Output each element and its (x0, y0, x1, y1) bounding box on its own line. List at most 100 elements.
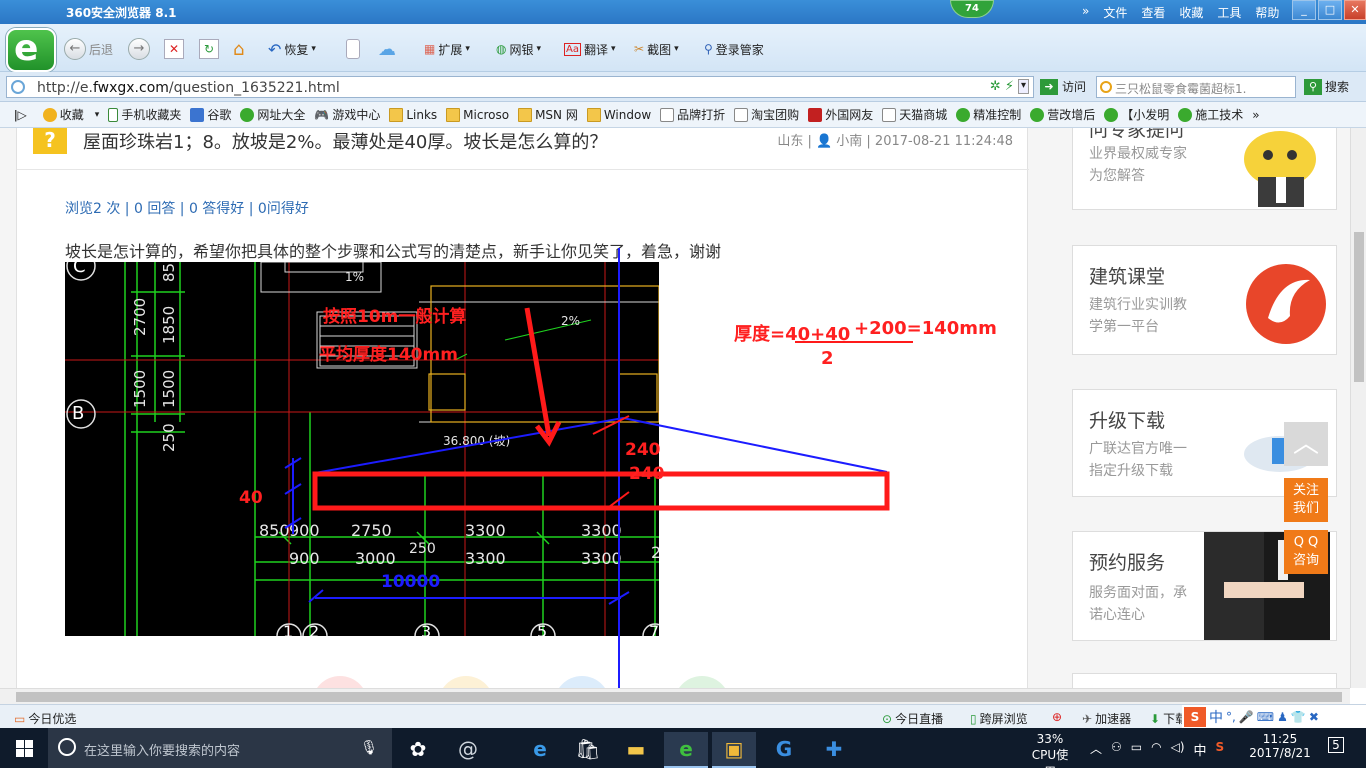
menu-item-more[interactable]: » (1082, 4, 1089, 21)
sidebar-card-expert[interactable]: 问专家提问 业界最权威专家 为您解答 (1072, 128, 1337, 210)
horizontal-scrollbar[interactable] (0, 688, 1350, 704)
menu-item-help[interactable]: 帮助 (1255, 4, 1279, 21)
url-text[interactable]: http://e.fwxgx.com/question_1635221.html (37, 80, 340, 96)
slope-label: 2% (561, 314, 581, 328)
address-bar[interactable]: http://e.fwxgx.com/question_1635221.html… (6, 76, 1034, 98)
question-stats[interactable]: 浏览2 次 | 0 回答 | 0 答得好 | 0问得好 (65, 198, 309, 218)
shield-icon: ◍ (496, 42, 507, 56)
forward-button[interactable]: → (128, 38, 150, 60)
follow-us-button[interactable]: 关注 我们 (1284, 478, 1328, 522)
battery-icon[interactable]: ▭ (1131, 740, 1142, 759)
cloud-button[interactable]: ☁ (378, 38, 396, 60)
fav-item-microsoft[interactable]: Microso (446, 107, 509, 122)
today-live[interactable]: ⊙ 今日直播 (882, 710, 943, 727)
stop-button[interactable]: ✕ (164, 38, 184, 60)
edge-app[interactable]: e (518, 732, 562, 768)
cross-screen[interactable]: ▯ 跨屏浏览 (970, 710, 1028, 727)
swirl-icon: @ (458, 737, 478, 761)
phone-button[interactable] (346, 38, 360, 60)
axis-num: 1 (283, 622, 294, 636)
notes-app[interactable]: ▣ (712, 732, 756, 768)
volume-icon[interactable]: ◁) (1171, 740, 1185, 759)
chevron-up-icon[interactable]: ︿ (1090, 740, 1102, 759)
mic-icon[interactable]: 🎙 (360, 740, 378, 756)
maximize-button[interactable]: □ (1318, 0, 1342, 20)
fav-item-invention[interactable]: 【小发明 (1104, 106, 1169, 123)
start-button[interactable] (0, 728, 48, 768)
fav-item-vat[interactable]: 营改增后 (1030, 106, 1095, 123)
back-button[interactable]: ← 后退 (64, 38, 113, 60)
address-tools: ✲ ⚡ ▾ (990, 79, 1029, 94)
scroll-thumb[interactable] (16, 692, 1342, 702)
sogou-tray-icon[interactable]: S (1216, 740, 1225, 759)
back-to-top-button[interactable]: ︿ (1284, 422, 1328, 466)
close-button[interactable]: ✕ (1344, 0, 1366, 20)
translate-button[interactable]: Aa 翻译 ▾ (564, 38, 616, 60)
taskview-app[interactable]: ✿ (396, 732, 440, 768)
menu-item-tools[interactable]: 工具 (1217, 4, 1241, 21)
sidebar-card-classroom[interactable]: 建筑课堂 建筑行业实训教 学第一平台 (1072, 245, 1337, 355)
fav-item-mobile[interactable]: 手机收藏夹 (108, 106, 181, 123)
glodon-app[interactable]: G (762, 732, 806, 768)
today-picks[interactable]: ▭ 今日优选 (14, 710, 76, 727)
360-browser-app[interactable]: e (664, 732, 708, 768)
favorites-toggle[interactable]: ǀ▷ (14, 108, 27, 122)
fav-item-sites[interactable]: 网址大全 (240, 106, 305, 123)
fav-item-games[interactable]: 🎮 游戏中心 (314, 106, 380, 123)
chevron-down-icon: ▾ (674, 44, 679, 54)
cpu-meter[interactable]: 33% CPU使用 (1028, 732, 1072, 768)
dim-label: 2700 (131, 297, 149, 336)
ime-toolbar[interactable]: S 中 °, 🎤 ⌨ ♟ 👕 ✖ (1182, 705, 1366, 729)
vertical-scrollbar[interactable] (1350, 128, 1366, 688)
screenshot-button[interactable]: ✂ 截图 ▾ (634, 38, 679, 60)
search-button[interactable]: ⚲ 搜索 (1304, 78, 1349, 95)
clock[interactable]: 11:25 2017/8/21 (1244, 732, 1316, 760)
phone-icon (346, 39, 360, 59)
scroll-thumb[interactable] (1354, 232, 1364, 382)
netbank-button[interactable]: ◍ 网银 ▾ (496, 38, 541, 60)
favorites-overflow[interactable]: » (1252, 108, 1259, 122)
fav-item-links[interactable]: Links (389, 107, 437, 122)
extend-button[interactable]: ▦ 扩展 ▾ (424, 38, 470, 60)
fav-item-windows[interactable]: Window (586, 107, 651, 122)
taskbar-search[interactable]: 在这里输入你要搜索的内容 🎙 (48, 728, 392, 768)
swirl-app[interactable]: @ (446, 732, 490, 768)
cloud-icon: ☁ (378, 38, 396, 60)
fav-item-tmall[interactable]: 天猫商城 (882, 106, 947, 123)
store-app[interactable]: 🛍 (566, 732, 610, 768)
visit-button[interactable]: ➜ 访问 (1040, 78, 1086, 95)
fav-item-construction[interactable]: 施工技术 (1178, 106, 1243, 123)
login-manager-button[interactable]: ⚲ 登录管家 (704, 38, 764, 60)
compat-icon[interactable]: ✲ (990, 79, 1001, 94)
people-icon[interactable]: ⚇ (1111, 740, 1122, 759)
menu-item-file[interactable]: 文件 (1103, 4, 1127, 21)
refresh-button[interactable]: ↻ (199, 38, 219, 60)
menu-item-favorites[interactable]: 收藏 (1179, 4, 1203, 21)
fav-item-taobao[interactable]: 淘宝团购 (734, 106, 799, 123)
ime-indicator[interactable]: 中 (1194, 740, 1207, 759)
home-button[interactable]: ⌂ (233, 38, 244, 60)
qq-consult-button[interactable]: Q Q 咨询 (1284, 530, 1328, 574)
search-input[interactable]: 三只松鼠零食霉菌超标1. (1096, 76, 1296, 98)
medkit-button[interactable]: ⊕ (1052, 710, 1062, 724)
fav-item-foreign[interactable]: 外国网友 (808, 106, 873, 123)
dim-label: 250 (160, 423, 178, 452)
fav-item-brand-sale[interactable]: 品牌打折 (660, 106, 725, 123)
restore-button[interactable]: ↶ 恢复 ▾ (268, 38, 316, 60)
notification-center[interactable]: 5 (1326, 737, 1346, 753)
wifi-icon[interactable]: ◠ (1151, 740, 1161, 759)
lightning-icon[interactable]: ⚡ (1005, 79, 1014, 94)
fav-item-msn[interactable]: MSN 网 (518, 106, 578, 123)
explorer-app[interactable]: ▬ (614, 732, 658, 768)
minimize-button[interactable]: _ (1292, 0, 1316, 20)
fav-item-collect[interactable]: 收藏 ▾ (42, 106, 99, 123)
cad-app[interactable]: ✚ (812, 732, 856, 768)
accelerator[interactable]: ✈ 加速器 (1082, 710, 1131, 727)
menu-item-view[interactable]: 查看 (1141, 4, 1165, 21)
fav-item-google[interactable]: 谷歌 (190, 106, 231, 123)
dropdown-icon[interactable]: ▾ (1017, 79, 1029, 94)
browser-logo[interactable]: e (6, 28, 56, 72)
notification-badge[interactable]: 74 (950, 0, 994, 18)
fav-item-precise[interactable]: 精准控制 (956, 106, 1021, 123)
sidebar-card-more[interactable] (1072, 673, 1337, 688)
